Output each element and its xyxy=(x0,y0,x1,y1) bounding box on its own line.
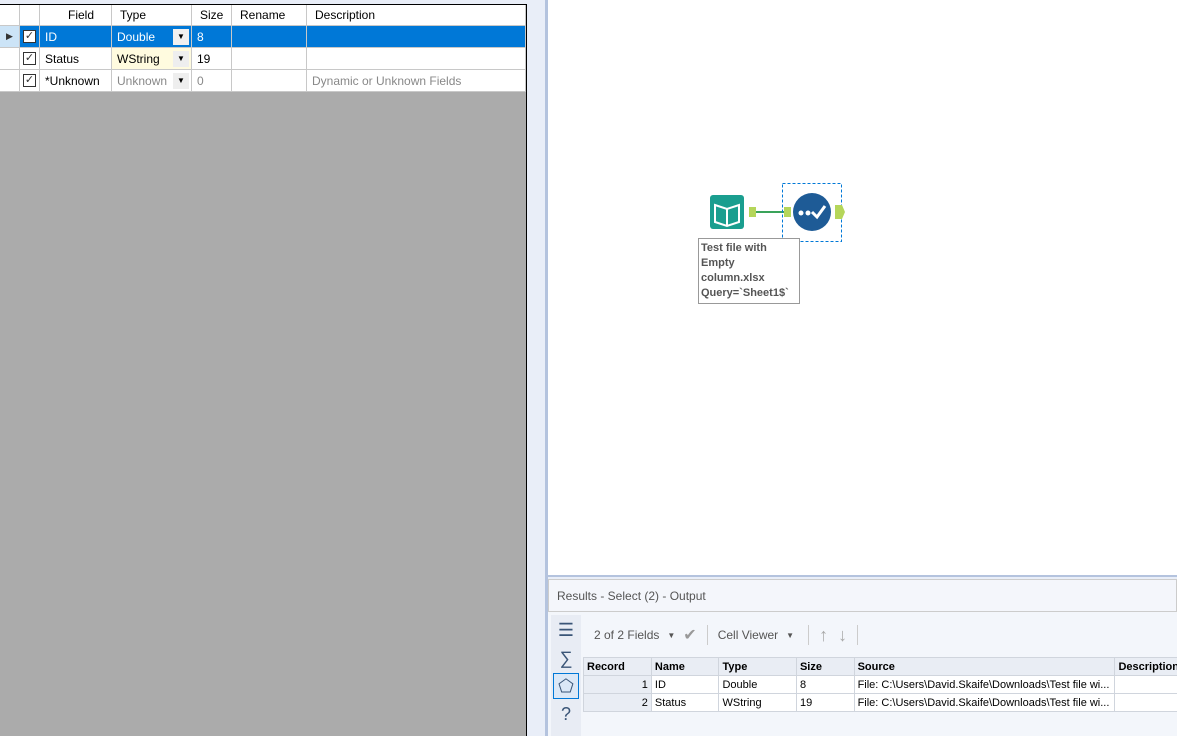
results-header: Record Name Type Size Source Description xyxy=(583,657,1177,676)
arrow-up-icon[interactable]: ↑ xyxy=(819,625,828,646)
header-field[interactable]: Field xyxy=(40,5,112,25)
description-cell[interactable] xyxy=(307,48,526,69)
check-icon[interactable]: ✔ xyxy=(683,625,696,645)
data-view-icon[interactable]: ☰ xyxy=(553,617,579,643)
arrow-down-icon[interactable]: ↓ xyxy=(838,625,847,646)
select-config-panel: Field Type Size Rename Description ▶ ✓ I… xyxy=(0,0,527,736)
field-checkbox[interactable]: ✓ xyxy=(23,30,36,43)
source-cell[interactable]: File: C:\Users\David.Skaife\Downloads\Te… xyxy=(853,693,1116,712)
output-anchor xyxy=(749,207,756,217)
field-name: *Unknown xyxy=(40,70,112,91)
name-cell[interactable]: ID xyxy=(650,675,720,694)
header-source[interactable]: Source xyxy=(853,657,1116,676)
field-grid: Field Type Size Rename Description ▶ ✓ I… xyxy=(0,4,526,92)
type-cell[interactable]: Double xyxy=(718,675,797,694)
type-dropdown[interactable]: Unknown ▼ xyxy=(112,70,192,91)
header-description[interactable]: Description xyxy=(1114,657,1177,676)
size-cell[interactable]: 19 xyxy=(192,48,232,69)
description-cell[interactable] xyxy=(1114,693,1177,712)
header-name[interactable]: Name xyxy=(650,657,720,676)
type-value: Double xyxy=(117,29,156,44)
name-cell[interactable]: Status xyxy=(650,693,720,712)
tool-annotation: Test file with Empty column.xlsx Query=`… xyxy=(698,238,800,304)
rename-cell[interactable] xyxy=(232,70,307,91)
field-name: ID xyxy=(40,26,112,47)
header-rename[interactable]: Rename xyxy=(232,5,307,25)
table-row[interactable]: ▶ ✓ ID Double ▼ 8 xyxy=(0,26,526,48)
rename-cell[interactable] xyxy=(232,26,307,47)
header-size[interactable]: Size xyxy=(192,5,232,25)
type-dropdown[interactable]: Double ▼ xyxy=(112,26,192,47)
header-record[interactable]: Record xyxy=(583,657,652,676)
results-toolbar: 2 of 2 Fields ▼ ✔ Cell Viewer ▼ ↑ ↓ xyxy=(584,619,868,651)
metadata-icon[interactable]: ⬠ xyxy=(553,673,579,699)
results-panel: Results - Select (2) - Output ☰ ∑ ⬠ ? 2 … xyxy=(548,579,1177,736)
field-checkbox[interactable]: ✓ xyxy=(23,74,36,87)
type-cell[interactable]: WString xyxy=(718,693,797,712)
header-type[interactable]: Type xyxy=(718,657,797,676)
record-cell: 1 xyxy=(583,675,652,694)
output-anchor xyxy=(835,205,845,219)
table-row[interactable]: 2 Status WString 19 File: C:\Users\David… xyxy=(583,693,1177,712)
fields-selector[interactable]: 2 of 2 Fields xyxy=(594,628,659,642)
workflow-canvas[interactable] xyxy=(548,0,1177,577)
results-table: Record Name Type Size Source Description… xyxy=(583,657,1177,712)
sigma-icon[interactable]: ∑ xyxy=(553,645,579,671)
results-sidebar: ☰ ∑ ⬠ ? xyxy=(551,615,581,736)
table-row[interactable]: ✓ *Unknown Unknown ▼ 0 Dynamic or Unknown… xyxy=(0,70,526,92)
header-type[interactable]: Type xyxy=(112,5,192,25)
table-row[interactable]: ✓ Status WString ▼ 19 xyxy=(0,48,526,70)
chevron-down-icon[interactable]: ▼ xyxy=(173,50,189,67)
grid-header: Field Type Size Rename Description xyxy=(0,5,526,26)
size-cell[interactable]: 0 xyxy=(192,70,232,91)
description-cell[interactable] xyxy=(1114,675,1177,694)
size-cell[interactable]: 8 xyxy=(192,26,232,47)
header-description[interactable]: Description xyxy=(307,5,526,25)
description-cell[interactable]: Dynamic or Unknown Fields xyxy=(307,70,526,91)
chevron-down-icon[interactable]: ▼ xyxy=(786,631,794,640)
source-cell[interactable]: File: C:\Users\David.Skaife\Downloads\Te… xyxy=(853,675,1116,694)
cell-viewer-button[interactable]: Cell Viewer xyxy=(718,628,778,642)
type-dropdown[interactable]: WString ▼ xyxy=(112,48,192,69)
help-icon[interactable]: ? xyxy=(553,701,579,727)
select-tool[interactable] xyxy=(793,193,831,231)
rename-cell[interactable] xyxy=(232,48,307,69)
chevron-down-icon[interactable]: ▼ xyxy=(667,631,675,640)
field-checkbox[interactable]: ✓ xyxy=(23,52,36,65)
chevron-down-icon[interactable]: ▼ xyxy=(173,72,189,89)
row-pointer-icon: ▶ xyxy=(0,26,20,47)
size-cell[interactable]: 19 xyxy=(795,693,855,712)
record-cell: 2 xyxy=(583,693,652,712)
header-size[interactable]: Size xyxy=(795,657,855,676)
size-cell[interactable]: 8 xyxy=(795,675,855,694)
type-value: Unknown xyxy=(117,73,168,88)
description-cell[interactable] xyxy=(307,26,526,47)
input-anchor xyxy=(784,207,791,217)
input-data-tool[interactable] xyxy=(710,195,744,229)
field-name: Status xyxy=(40,48,112,69)
results-title: Results - Select (2) - Output xyxy=(548,579,1177,612)
type-value: WString xyxy=(117,51,160,66)
table-row[interactable]: 1 ID Double 8 File: C:\Users\David.Skaif… xyxy=(583,675,1177,694)
chevron-down-icon[interactable]: ▼ xyxy=(173,28,189,45)
